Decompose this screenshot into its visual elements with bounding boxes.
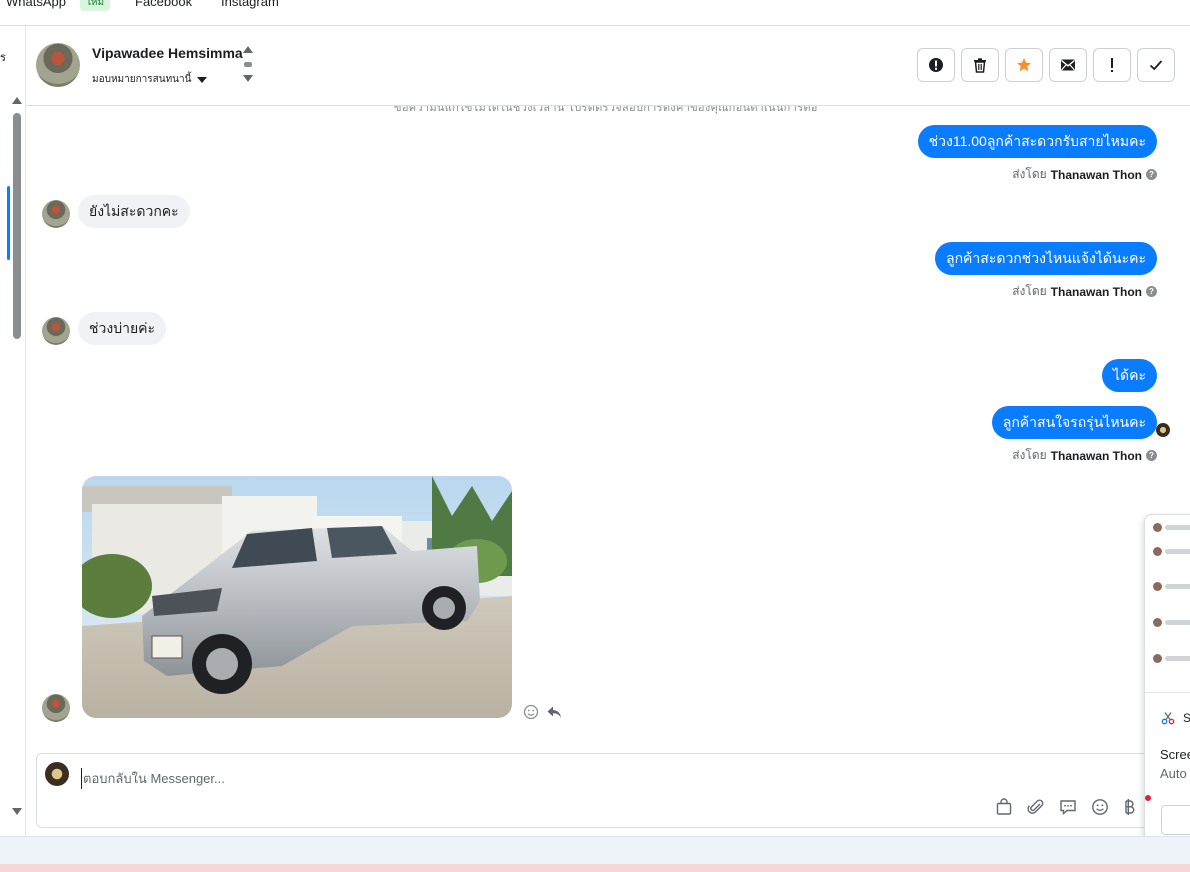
stepper-handle [244,62,252,67]
scroll-thumb[interactable] [13,113,21,339]
sent-by-label: ส่งโดย [1012,284,1047,298]
assign-label: มอบหมายการสนทนานี้ [92,74,192,85]
notification-dot [1145,795,1151,801]
truncated-system-line: ข้อความนี้แก้ไขไม่ได้ในช่วงเวลานี้ โปรดต… [394,106,818,114]
mini-row [1153,523,1190,532]
message-outgoing[interactable]: ช่วง11.00ลูกค้าสะดวกรับสายไหมคะ [917,125,1157,158]
saved-reply-icon[interactable] [1059,798,1077,816]
mark-unread-button[interactable] [1049,48,1087,82]
snip-action-button[interactable] [1161,805,1190,835]
message-outgoing[interactable]: ลูกค้าสนใจรถรุ่นไหนคะ [991,406,1157,439]
check-icon [1149,60,1163,71]
message-outgoing[interactable]: ลูกค้าสะดวกช่วงไหนแจ้งได้นะคะ [935,242,1157,275]
sent-by-label: ส่งโดย [1012,167,1047,181]
mini-row [1153,618,1190,627]
follow-up-button[interactable] [1093,48,1131,82]
message-incoming[interactable]: ช่วงบ่ายค่ะ [78,312,167,345]
snip-notification-popup[interactable]: S Scree Auto [1144,514,1190,850]
conversation-header: Vipawadee Hemsimma มอบหมายการสนทนานี้ [26,26,1190,106]
message-thread[interactable]: ข้อความนี้แก้ไขไม่ได้ในช่วงเวลานี้ โปรดต… [26,106,1190,746]
agent-name: Thanawan Thon [1050,284,1142,299]
tab-whatsapp[interactable]: WhatsApp [6,0,66,9]
scroll-up-arrow-icon[interactable] [12,97,22,104]
alert-circle-icon [929,58,943,72]
contact-avatar [42,200,70,228]
contact-avatar [42,694,70,722]
scroll-down-arrow-icon[interactable] [12,808,22,815]
contact-name[interactable]: Vipawadee Hemsimma [92,45,243,61]
trash-icon [974,58,986,73]
snip-subtitle: Auto [1160,766,1187,781]
snip-app-header: S [1161,711,1190,725]
mail-icon [1061,59,1075,71]
sent-by-label: ส่งโดย [1012,448,1047,462]
reply-input[interactable]: ตอบกลับใน Messenger... [81,768,225,789]
scissors-icon [1161,712,1175,725]
mark-done-button[interactable] [1137,48,1175,82]
header-actions [917,48,1175,82]
contact-avatar[interactable] [36,43,80,87]
sent-by-line: ส่งโดย Thanawan Thon ? [1012,165,1157,184]
agent-name: Thanawan Thon [1050,167,1142,182]
composer-tools [995,798,1135,816]
snip-title: Scree [1160,747,1190,762]
pickup-truck-photo[interactable] [82,476,512,718]
mini-row [1153,582,1190,591]
mini-row [1153,547,1190,556]
tab-instagram[interactable]: Instagram [221,0,279,9]
image-message-actions [523,704,562,720]
snip-app-label: S [1183,711,1190,725]
star-icon [1017,58,1031,72]
next-arrow-icon[interactable] [243,75,253,82]
baht-icon[interactable] [1123,798,1135,816]
smiley-reaction-icon[interactable] [523,704,539,720]
sent-by-line: ส่งโดย Thanawan Thon ? [1012,446,1157,465]
sent-by-line: ส่งโดย Thanawan Thon ? [1012,282,1157,301]
contact-avatar [42,317,70,345]
agent-name: Thanawan Thon [1050,448,1142,463]
question-icon[interactable]: ? [1146,169,1157,180]
cut-label: ร [0,52,6,64]
page-avatar [1156,423,1170,437]
conversation-stepper[interactable] [242,46,254,88]
channel-tabs-bar: WhatsApp ใหม่ Facebook Instagram [0,0,1190,26]
exclamation-icon [1111,58,1113,72]
taskbar-edge [0,864,1190,872]
paperclip-icon[interactable] [1027,798,1045,816]
chevron-down-icon [197,76,208,83]
question-icon[interactable]: ? [1146,450,1157,461]
reply-icon[interactable] [546,704,562,720]
delete-button[interactable] [961,48,999,82]
previous-arrow-icon[interactable] [243,46,253,53]
page-avatar [45,762,69,786]
conversation-scrollbar[interactable] [10,97,24,815]
star-button[interactable] [1005,48,1043,82]
spam-button[interactable] [917,48,955,82]
tab-facebook[interactable]: Facebook [135,0,192,9]
shopping-bag-icon[interactable] [995,798,1013,816]
message-incoming[interactable]: ยังไม่สะดวกคะ [78,195,190,228]
emoji-icon[interactable] [1091,798,1109,816]
reply-composer[interactable]: ตอบกลับใน Messenger... [36,753,1166,828]
new-badge: ใหม่ [80,0,111,11]
assign-conversation-dropdown[interactable]: มอบหมายการสนทนานี้ [92,72,208,87]
mini-row [1153,654,1190,663]
question-icon[interactable]: ? [1146,286,1157,297]
truck-image [82,476,512,718]
bottom-strip [0,836,1190,872]
message-outgoing[interactable]: ได้คะ [1101,359,1157,392]
snip-thumbnail[interactable] [1145,515,1190,693]
